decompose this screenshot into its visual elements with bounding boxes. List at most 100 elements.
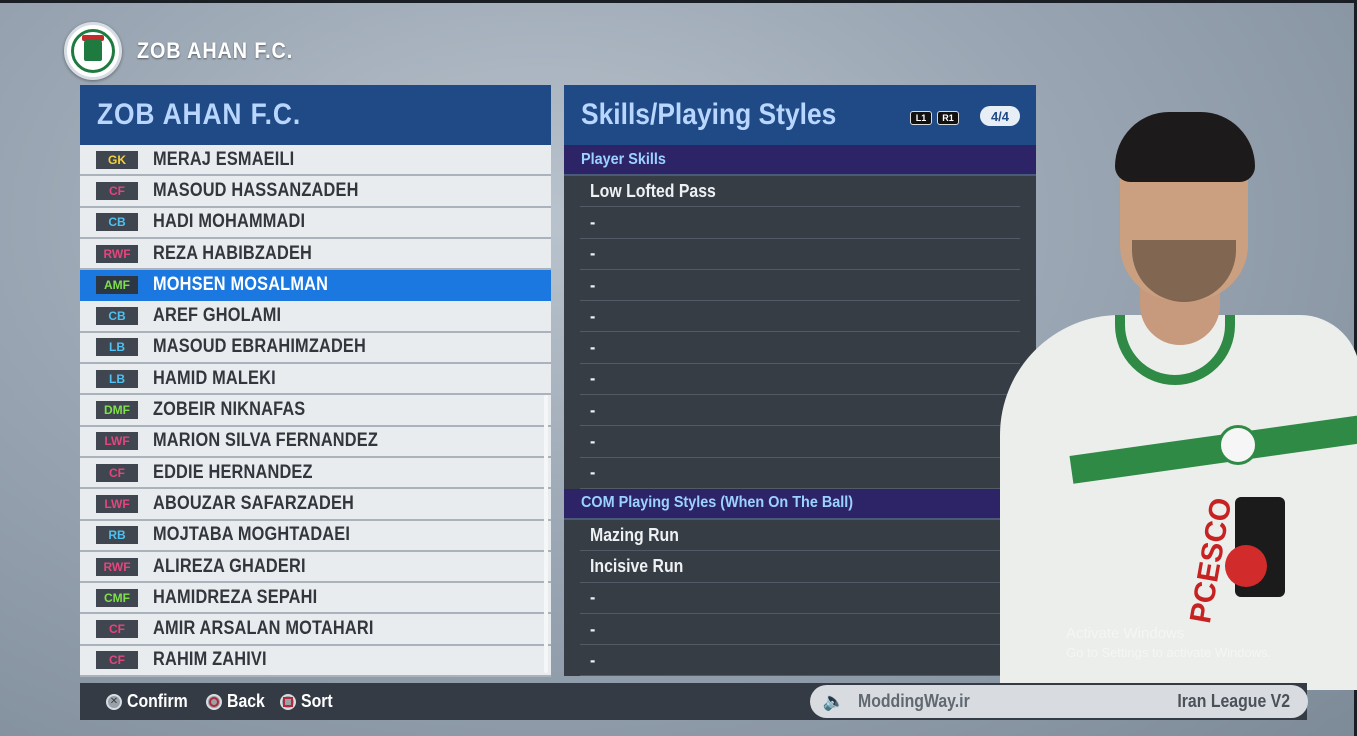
- player-name: HAMIDREZA SEPAHI: [153, 586, 318, 608]
- player-row[interactable]: CF RAHIM ZAHIVI: [80, 645, 551, 678]
- player-name: MARION SILVA FERNANDEZ: [153, 430, 378, 452]
- skill-row-label: -: [590, 274, 596, 295]
- player-name: MERAJ ESMAEILI: [153, 148, 295, 170]
- skill-row[interactable]: Low Lofted Pass: [580, 176, 1020, 208]
- playing-style-row[interactable]: -: [580, 583, 1020, 614]
- playing-style-row[interactable]: -: [580, 614, 1020, 646]
- position-badge: CMF: [96, 588, 138, 607]
- skill-row-label: -: [590, 368, 596, 389]
- position-badge: RB: [96, 526, 138, 545]
- squad-list-panel: ZOB AHAN F.C. GK MERAJ ESMAEILI CF MASOUD H…: [80, 85, 551, 678]
- skill-row[interactable]: -: [580, 426, 1020, 458]
- skills-panel-title: Skills/Playing Styles: [581, 98, 837, 131]
- playing-style-row-label: -: [590, 649, 596, 670]
- player-name: AREF GHOLAMI: [153, 305, 282, 327]
- back-button[interactable]: Back: [206, 691, 270, 712]
- playing-style-row[interactable]: -: [580, 645, 1020, 677]
- position-badge: CF: [96, 181, 138, 200]
- player-row[interactable]: CMF HAMIDREZA SEPAHI: [80, 583, 551, 615]
- player-row[interactable]: LWF ABOUZAR SAFARZADEH: [80, 489, 551, 521]
- player-row[interactable]: RB MOJTABA MOGHTADAEI: [80, 520, 551, 552]
- player-row[interactable]: AMF MOHSEN MOSALMAN: [80, 270, 551, 302]
- windows-watermark: Activate Windows Go to Settings to activ…: [1066, 625, 1272, 660]
- playing-style-row-label: -: [590, 618, 596, 639]
- cross-button-icon: ✕: [106, 693, 122, 710]
- player-name: ABOUZAR SAFARZADEH: [153, 492, 354, 514]
- skill-row[interactable]: -: [580, 458, 1020, 489]
- skill-row[interactable]: -: [580, 364, 1020, 396]
- position-badge: DMF: [96, 401, 138, 420]
- squad-panel-header: ZOB AHAN F.C.: [80, 85, 551, 145]
- r1-button[interactable]: R1: [937, 111, 959, 125]
- position-badge: RWF: [96, 557, 138, 576]
- position-badge: CF: [96, 620, 138, 639]
- position-badge: LWF: [96, 432, 138, 451]
- position-badge: CF: [96, 651, 138, 670]
- skill-row[interactable]: -: [580, 332, 1020, 364]
- league-text: Iran League V2: [1177, 691, 1290, 711]
- player-name: MOJTABA MOGHTADAEI: [153, 524, 351, 546]
- player-row[interactable]: LB HAMID MALEKI: [80, 364, 551, 396]
- info-pill: 🔈 ModdingWay.ir Iran League V2: [810, 685, 1308, 718]
- player-name: HADI MOHAMMADI: [153, 211, 306, 233]
- player-name: MASOUD HASSANZADEH: [153, 179, 359, 201]
- sponsor-logo-ball: [1225, 545, 1267, 587]
- player-row[interactable]: CB HADI MOHAMMADI: [80, 207, 551, 239]
- skill-row[interactable]: -: [580, 395, 1020, 427]
- skill-row[interactable]: -: [580, 301, 1020, 333]
- speaker-icon: 🔈: [822, 691, 846, 711]
- l1-button[interactable]: L1: [910, 111, 932, 125]
- playing-style-row[interactable]: Incisive Run: [580, 551, 1020, 583]
- squad-panel-title: ZOB AHAN F.C.: [97, 98, 302, 131]
- club-title: ZOB AHAN F.C.: [137, 38, 294, 63]
- player-name: ZOBEIR NIKNAFAS: [153, 399, 306, 421]
- player-name: REZA HABIBZADEH: [153, 242, 313, 264]
- skill-row[interactable]: -: [580, 207, 1020, 239]
- skill-row-label: -: [590, 211, 596, 232]
- player-list: GK MERAJ ESMAEILI CF MASOUD HASSANZADEH CB HA…: [80, 145, 551, 678]
- skill-row[interactable]: -: [580, 270, 1020, 302]
- jersey-crest-icon: [1218, 425, 1258, 465]
- player-hair: [1115, 112, 1255, 182]
- position-badge: CB: [96, 307, 138, 326]
- skill-row-label: -: [590, 462, 596, 483]
- skill-row[interactable]: -: [580, 239, 1020, 270]
- player-row[interactable]: CB AREF GHOLAMI: [80, 301, 551, 333]
- credit-text: ModdingWay.ir: [858, 691, 970, 711]
- player-row[interactable]: CF EDDIE HERNANDEZ: [80, 457, 551, 490]
- player-row[interactable]: RWF REZA HABIBZADEH: [80, 238, 551, 271]
- position-badge: CB: [96, 213, 138, 232]
- playing-style-row[interactable]: Mazing Run: [580, 520, 1020, 552]
- player-row[interactable]: GK MERAJ ESMAEILI: [80, 145, 551, 177]
- playing-style-row-label: Mazing Run: [590, 524, 679, 545]
- position-badge: AMF: [96, 275, 138, 294]
- confirm-button[interactable]: ✕ Confirm: [106, 691, 196, 712]
- player-portrait: PCESCO: [960, 100, 1357, 690]
- skill-row-label: -: [590, 305, 596, 326]
- player-name: MOHSEN MOSALMAN: [153, 273, 329, 295]
- player-name: HAMID MALEKI: [153, 367, 276, 389]
- club-crest-icon: [64, 22, 122, 80]
- player-row[interactable]: CF AMIR ARSALAN MOTAHARI: [80, 614, 551, 646]
- skill-row-label: Low Lofted Pass: [590, 180, 716, 201]
- player-name: ALIREZA GHADERI: [153, 555, 306, 577]
- skill-row-label: -: [590, 431, 596, 452]
- frame-edge: [0, 0, 1357, 3]
- player-name: MASOUD EBRAHIMZADEH: [153, 336, 366, 358]
- position-badge: LB: [96, 338, 138, 357]
- player-row[interactable]: RWF ALIREZA GHADERI: [80, 551, 551, 584]
- skill-row-label: -: [590, 243, 596, 264]
- player-name: AMIR ARSALAN MOTAHARI: [153, 618, 374, 640]
- player-row[interactable]: LWF MARION SILVA FERNANDEZ: [80, 426, 551, 458]
- position-badge: RWF: [96, 244, 138, 263]
- skill-row-label: -: [590, 337, 596, 358]
- player-list-scrollbar[interactable]: [544, 395, 548, 673]
- player-row[interactable]: DMF ZOBEIR NIKNAFAS: [80, 395, 551, 427]
- playing-style-row-label: -: [590, 587, 596, 608]
- position-badge: GK: [96, 150, 138, 169]
- player-name: RAHIM ZAHIVI: [153, 649, 267, 671]
- player-row[interactable]: CF MASOUD HASSANZADEH: [80, 176, 551, 208]
- position-badge: LWF: [96, 494, 138, 513]
- sort-button[interactable]: Sort: [280, 691, 337, 712]
- player-row[interactable]: LB MASOUD EBRAHIMZADEH: [80, 332, 551, 365]
